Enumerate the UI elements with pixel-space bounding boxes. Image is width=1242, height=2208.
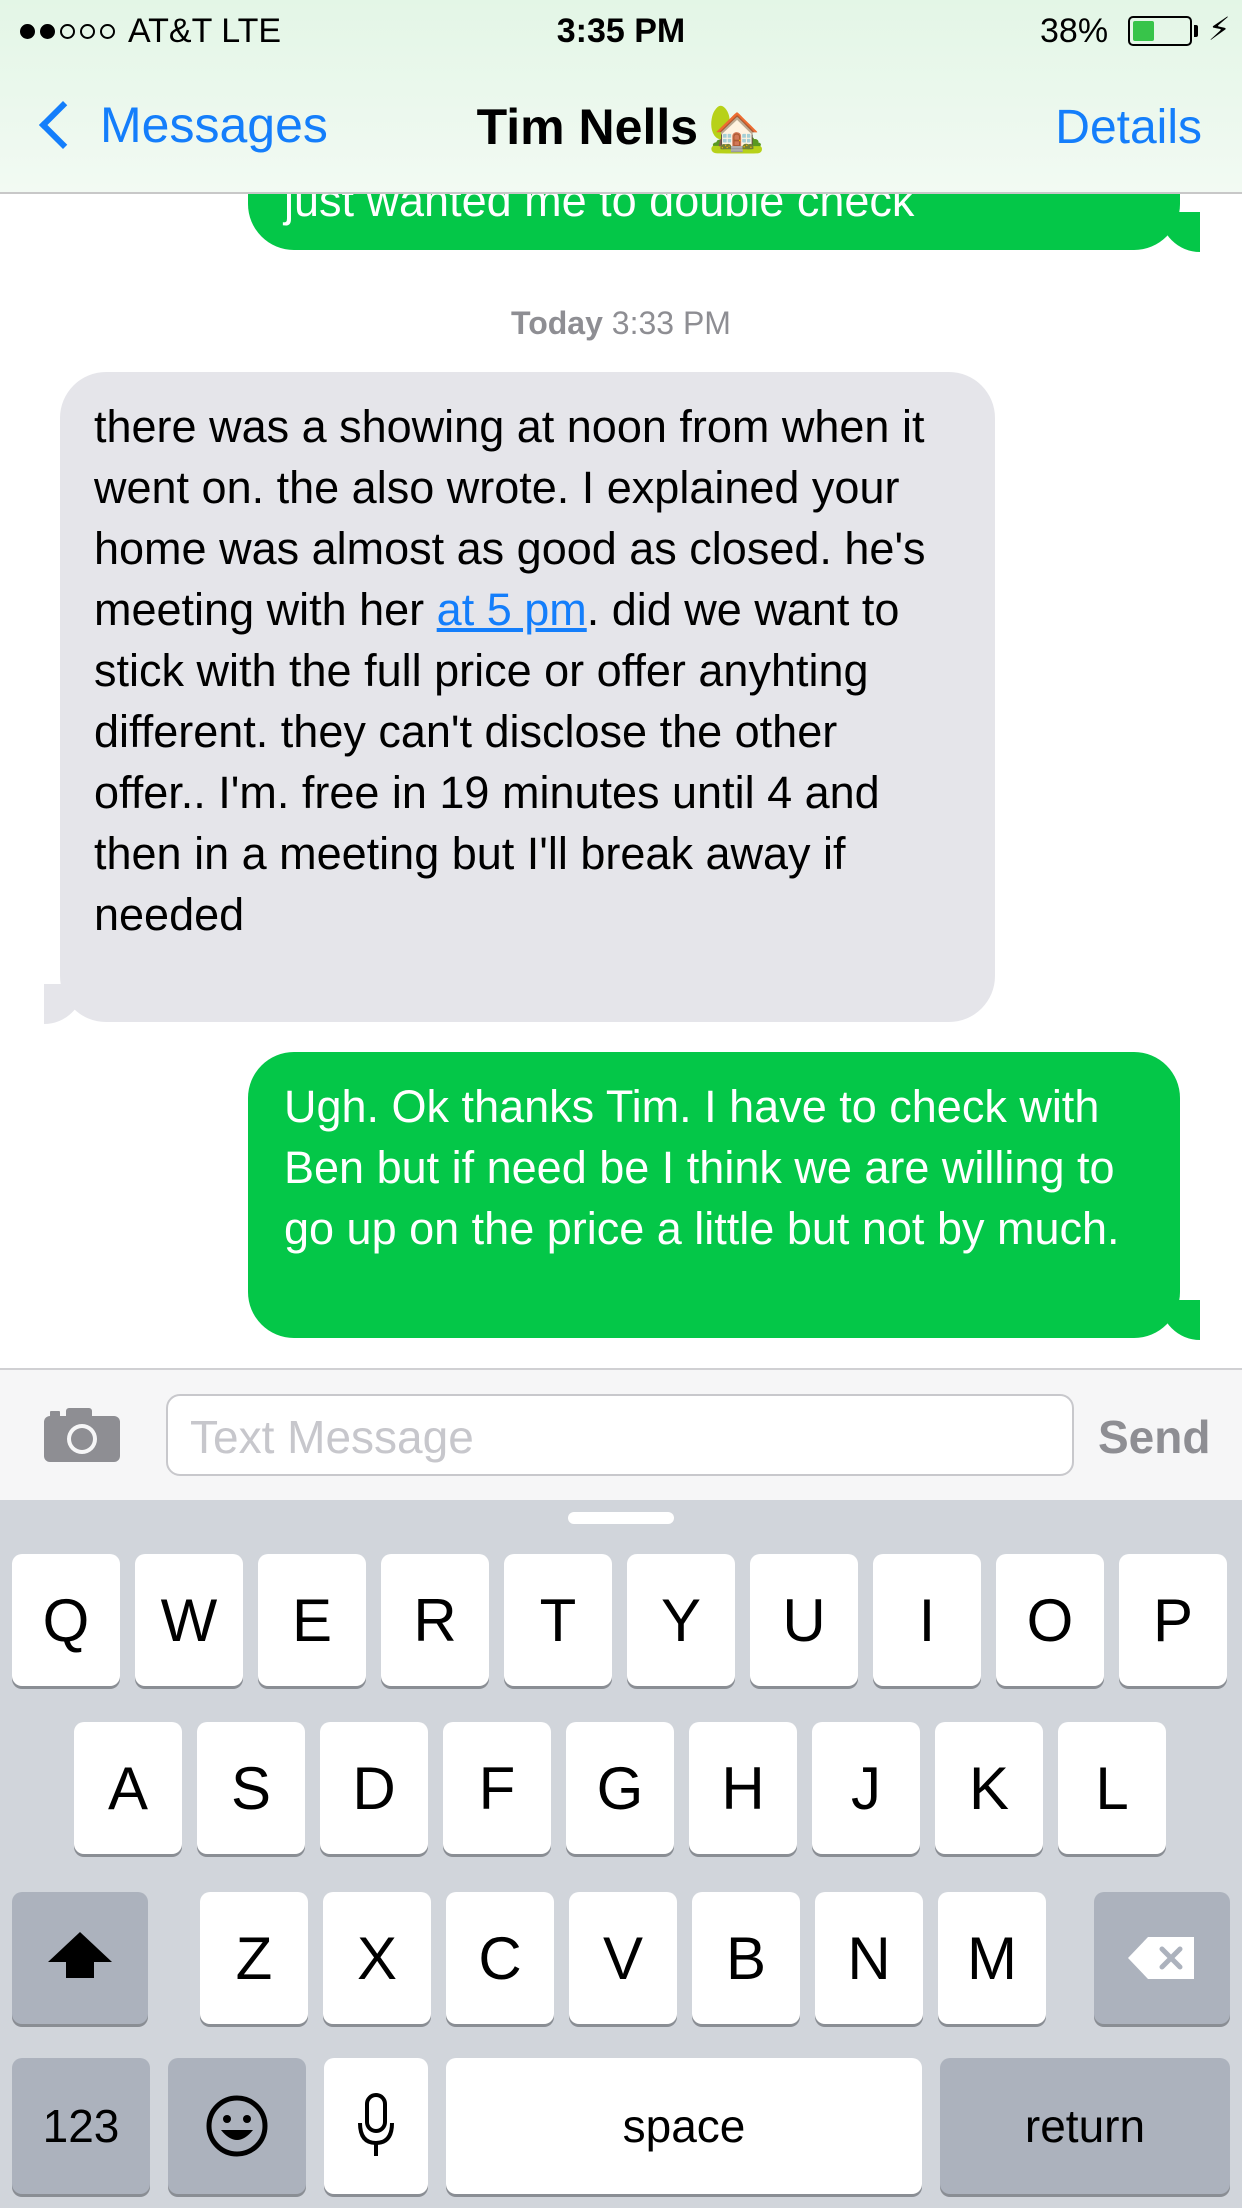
keyboard: 123 space return QWERTYUIOP ASDFGHJKL ZXCV… [0,1500,1242,2208]
battery-percent: 38% [1040,12,1109,50]
key-y[interactable]: Y [627,1554,735,1686]
key-p[interactable]: P [1119,1554,1227,1686]
bubble-tail [1160,1300,1200,1340]
key-d[interactable]: D [320,1722,428,1854]
message-bubble-sent[interactable]: Ugh. Ok thanks Tim. I have to check with… [248,1052,1180,1338]
send-button[interactable]: Send [1098,1410,1210,1464]
bubble-tail [1160,212,1200,252]
conversation[interactable]: just wanted me to double check Today 3:3… [0,0,1242,1368]
numbers-key[interactable]: 123 [12,2058,150,2194]
emoji-key[interactable] [168,2058,306,2194]
camera-icon[interactable] [44,1406,120,1462]
input-bar: Text Message Send [0,1368,1242,1502]
key-b[interactable]: B [692,1892,800,2024]
space-key[interactable]: space [446,2058,922,2194]
charging-icon: ⚡︎ [1208,11,1231,47]
key-i[interactable]: I [873,1554,981,1686]
message-bubble-received[interactable]: there was a showing at noon from when it… [60,372,995,1022]
key-k[interactable]: K [935,1722,1043,1854]
key-f[interactable]: F [443,1722,551,1854]
battery-icon [1128,16,1192,46]
message-text: Ugh. Ok thanks Tim. I have to check with… [284,1081,1120,1254]
battery-tip [1194,25,1198,37]
timestamp-time: 3:33 PM [611,305,731,341]
key-q[interactable]: Q [12,1554,120,1686]
key-l[interactable]: L [1058,1722,1166,1854]
key-a[interactable]: A [74,1722,182,1854]
return-key[interactable]: return [940,2058,1230,2194]
top-bar: AT&T LTE 3:35 PM 38% ⚡︎ Messages Tim Nel… [0,0,1242,194]
details-button[interactable]: Details [1055,100,1202,155]
status-bar: AT&T LTE 3:35 PM 38% ⚡︎ [0,0,1242,62]
house-emoji: 🏡 [708,102,766,154]
shift-icon [48,1926,112,1990]
key-h[interactable]: H [689,1722,797,1854]
key-x[interactable]: X [323,1892,431,2024]
key-v[interactable]: V [569,1892,677,2024]
key-g[interactable]: G [566,1722,674,1854]
microphone-icon [358,2093,394,2156]
navigation-bar: Messages Tim Nells 🏡 Details [0,62,1242,192]
emoji-icon [206,2095,268,2157]
key-u[interactable]: U [750,1554,858,1686]
message-input[interactable]: Text Message [166,1394,1074,1476]
time-link[interactable]: at 5 pm [437,584,587,635]
message-text: . did we want to stick with the full pri… [94,584,900,940]
key-o[interactable]: O [996,1554,1104,1686]
contact-name: Tim Nells [476,99,699,155]
key-r[interactable]: R [381,1554,489,1686]
key-c[interactable]: C [446,1892,554,2024]
delete-icon [1128,1937,1194,1979]
delete-key[interactable] [1094,1892,1230,2024]
timestamp-day: Today [511,305,603,341]
timestamp: Today 3:33 PM [0,305,1242,342]
key-n[interactable]: N [815,1892,923,2024]
key-s[interactable]: S [197,1722,305,1854]
key-j[interactable]: J [812,1722,920,1854]
message-input-placeholder: Text Message [190,1411,474,1463]
key-w[interactable]: W [135,1554,243,1686]
key-z[interactable]: Z [200,1892,308,2024]
key-e[interactable]: E [258,1554,366,1686]
keyboard-handle[interactable] [568,1512,674,1524]
key-t[interactable]: T [504,1554,612,1686]
shift-key[interactable] [12,1892,148,2024]
bubble-tail [44,984,84,1024]
key-m[interactable]: M [938,1892,1046,2024]
dictation-key[interactable] [324,2058,428,2194]
